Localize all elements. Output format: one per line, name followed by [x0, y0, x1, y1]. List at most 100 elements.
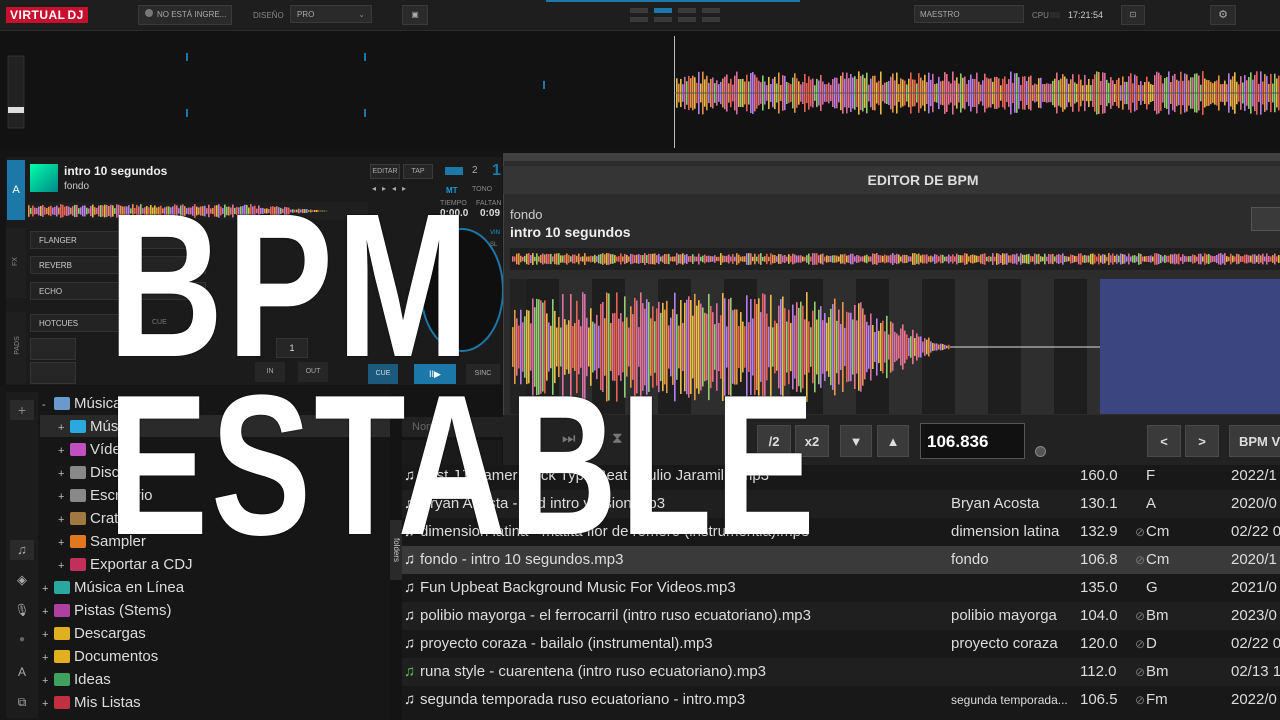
- bpm-up-button[interactable]: ▲: [877, 425, 909, 457]
- mode-indicator: [546, 0, 800, 2]
- waveform-bar: [72, 206, 74, 216]
- expand-toggle[interactable]: +: [42, 624, 54, 646]
- waveform-bar: [1176, 254, 1178, 264]
- add-icon[interactable]: +: [10, 400, 34, 420]
- sampler-icon[interactable]: ◈: [10, 570, 34, 590]
- expand-toggle[interactable]: +: [42, 601, 54, 623]
- waveform-bar: [1016, 253, 1018, 265]
- table-row[interactable]: ♫ proyecto coraza - bailalo (instrumental…: [402, 630, 1280, 658]
- layout-mode-5[interactable]: [630, 17, 648, 22]
- row-artist: Bryan Acosta: [951, 495, 1040, 512]
- cpu-meter: [1050, 12, 1060, 18]
- sidebar-item-my-lists[interactable]: + Mis Listas: [42, 692, 193, 715]
- prev-beat-button[interactable]: <: [1147, 425, 1181, 457]
- bpm-value-input[interactable]: 106.836: [920, 423, 1025, 459]
- waveform-bar: [588, 256, 590, 262]
- expand-toggle[interactable]: +: [58, 509, 70, 531]
- folder-icon: [54, 650, 70, 663]
- bpm-editor-close-button[interactable]: [1251, 207, 1280, 231]
- waveform-bar: [1042, 256, 1044, 262]
- expand-toggle[interactable]: +: [58, 440, 70, 462]
- dot-icon[interactable]: ●: [10, 630, 34, 650]
- folder-icon: [70, 466, 86, 479]
- waveform-bar: [894, 331, 896, 363]
- table-row[interactable]: ♫ Fun Upbeat Background Music For Videos.…: [402, 574, 1280, 602]
- layout-mode-3[interactable]: [678, 8, 696, 13]
- bpm-v-button[interactable]: BPM V: [1229, 425, 1280, 457]
- expand-toggle[interactable]: +: [58, 555, 70, 577]
- layout-mode-4[interactable]: [702, 8, 720, 13]
- row-title: polibio mayorga - el ferrocarril (intro …: [420, 607, 811, 624]
- expand-toggle[interactable]: +: [58, 463, 70, 485]
- expand-toggle[interactable]: +: [42, 693, 54, 715]
- bpm-reset-icon[interactable]: [1035, 446, 1046, 457]
- table-row[interactable]: ♫ segunda temporada ruso ecuatoriano - in…: [402, 686, 1280, 714]
- waveform-bar: [538, 256, 540, 262]
- expand-toggle[interactable]: +: [42, 647, 54, 669]
- waveform-bar: [1236, 253, 1238, 265]
- waveform-bar: [800, 255, 802, 263]
- table-row[interactable]: ♫ runa style - cuarentena (intro ruso ecu…: [402, 658, 1280, 686]
- pad-1[interactable]: [30, 338, 76, 360]
- layout-mode-2[interactable]: [654, 8, 672, 13]
- expand-toggle[interactable]: +: [58, 486, 70, 508]
- pad-5[interactable]: [30, 362, 76, 384]
- waveform-bar: [984, 253, 986, 265]
- microphone-icon[interactable]: 🎙: [10, 600, 34, 620]
- overview-waveform[interactable]: [0, 31, 1280, 151]
- expand-toggle[interactable]: +: [42, 670, 54, 692]
- bpm-down-button[interactable]: ▼: [840, 425, 872, 457]
- expand-toggle[interactable]: +: [58, 532, 70, 554]
- sidebar-item-documents[interactable]: + Documentos: [42, 646, 193, 669]
- layout-mode-1[interactable]: [630, 8, 648, 13]
- row-bpm: 160.0: [1080, 467, 1118, 484]
- slip-label[interactable]: SL: [490, 242, 497, 248]
- next-beat-button[interactable]: >: [1185, 425, 1219, 457]
- waveform-bar: [744, 256, 746, 262]
- layout-select[interactable]: PRO ⌄: [290, 5, 372, 23]
- waveform-bar: [840, 323, 842, 371]
- skin-icon[interactable]: ▣: [402, 5, 428, 25]
- waveform-bar: [54, 206, 56, 216]
- master-select[interactable]: MAESTRO: [914, 5, 1024, 23]
- waveform-bar: [932, 343, 934, 351]
- sidebar-item-online-music[interactable]: + Música en Línea: [42, 577, 193, 600]
- login-label: NO ESTÁ INGRE...: [157, 10, 227, 19]
- bpm-editor-overview[interactable]: [510, 248, 1280, 270]
- gear-icon[interactable]: ⚙: [1210, 5, 1236, 25]
- sidebar-item-ideas[interactable]: + Ideas: [42, 669, 193, 692]
- layout-mode-7[interactable]: [678, 17, 696, 22]
- sidebar-item-downloads[interactable]: + Descargas: [42, 623, 193, 646]
- layout-mode-8[interactable]: [702, 17, 720, 22]
- expand-toggle[interactable]: +: [58, 417, 70, 439]
- waveform-bar: [1174, 253, 1176, 265]
- deck-letter[interactable]: A: [7, 160, 25, 220]
- waveform-bar: [622, 256, 624, 262]
- layout-mode-6[interactable]: [654, 17, 672, 22]
- expand-toggle[interactable]: -: [42, 394, 54, 416]
- waveform-bar: [904, 330, 906, 364]
- waveform-bar: [1216, 254, 1218, 264]
- waveform-bar: [922, 254, 924, 264]
- waveform-bar: [1070, 254, 1072, 264]
- text-size-icon[interactable]: A: [10, 662, 34, 682]
- waveform-bar: [1038, 253, 1040, 265]
- waveform-bar: [940, 254, 942, 264]
- waveform-bar: [718, 256, 720, 262]
- waveform-bar: [60, 204, 62, 218]
- waveform-bar: [920, 336, 922, 358]
- waveform-bar: [924, 338, 926, 356]
- login-button[interactable]: NO ESTÁ INGRE...: [138, 5, 232, 25]
- music-note-icon[interactable]: ♫: [10, 540, 34, 560]
- sidebar-item-stems[interactable]: + Pistas (Stems): [42, 600, 193, 623]
- expand-toggle[interactable]: +: [42, 578, 54, 600]
- waveform-bar: [530, 255, 532, 263]
- table-row[interactable]: ♫ polibio mayorga - el ferrocarril (intro…: [402, 602, 1280, 630]
- waveform-bar: [764, 256, 766, 262]
- record-icon[interactable]: ⊡: [1121, 5, 1145, 25]
- waveform-bar: [1276, 256, 1278, 262]
- layout-toggle-icon[interactable]: ⧉: [10, 692, 34, 712]
- waveform-bar: [930, 341, 932, 353]
- waveform-bar: [1248, 255, 1250, 263]
- vinyl-label[interactable]: VIN: [490, 230, 500, 236]
